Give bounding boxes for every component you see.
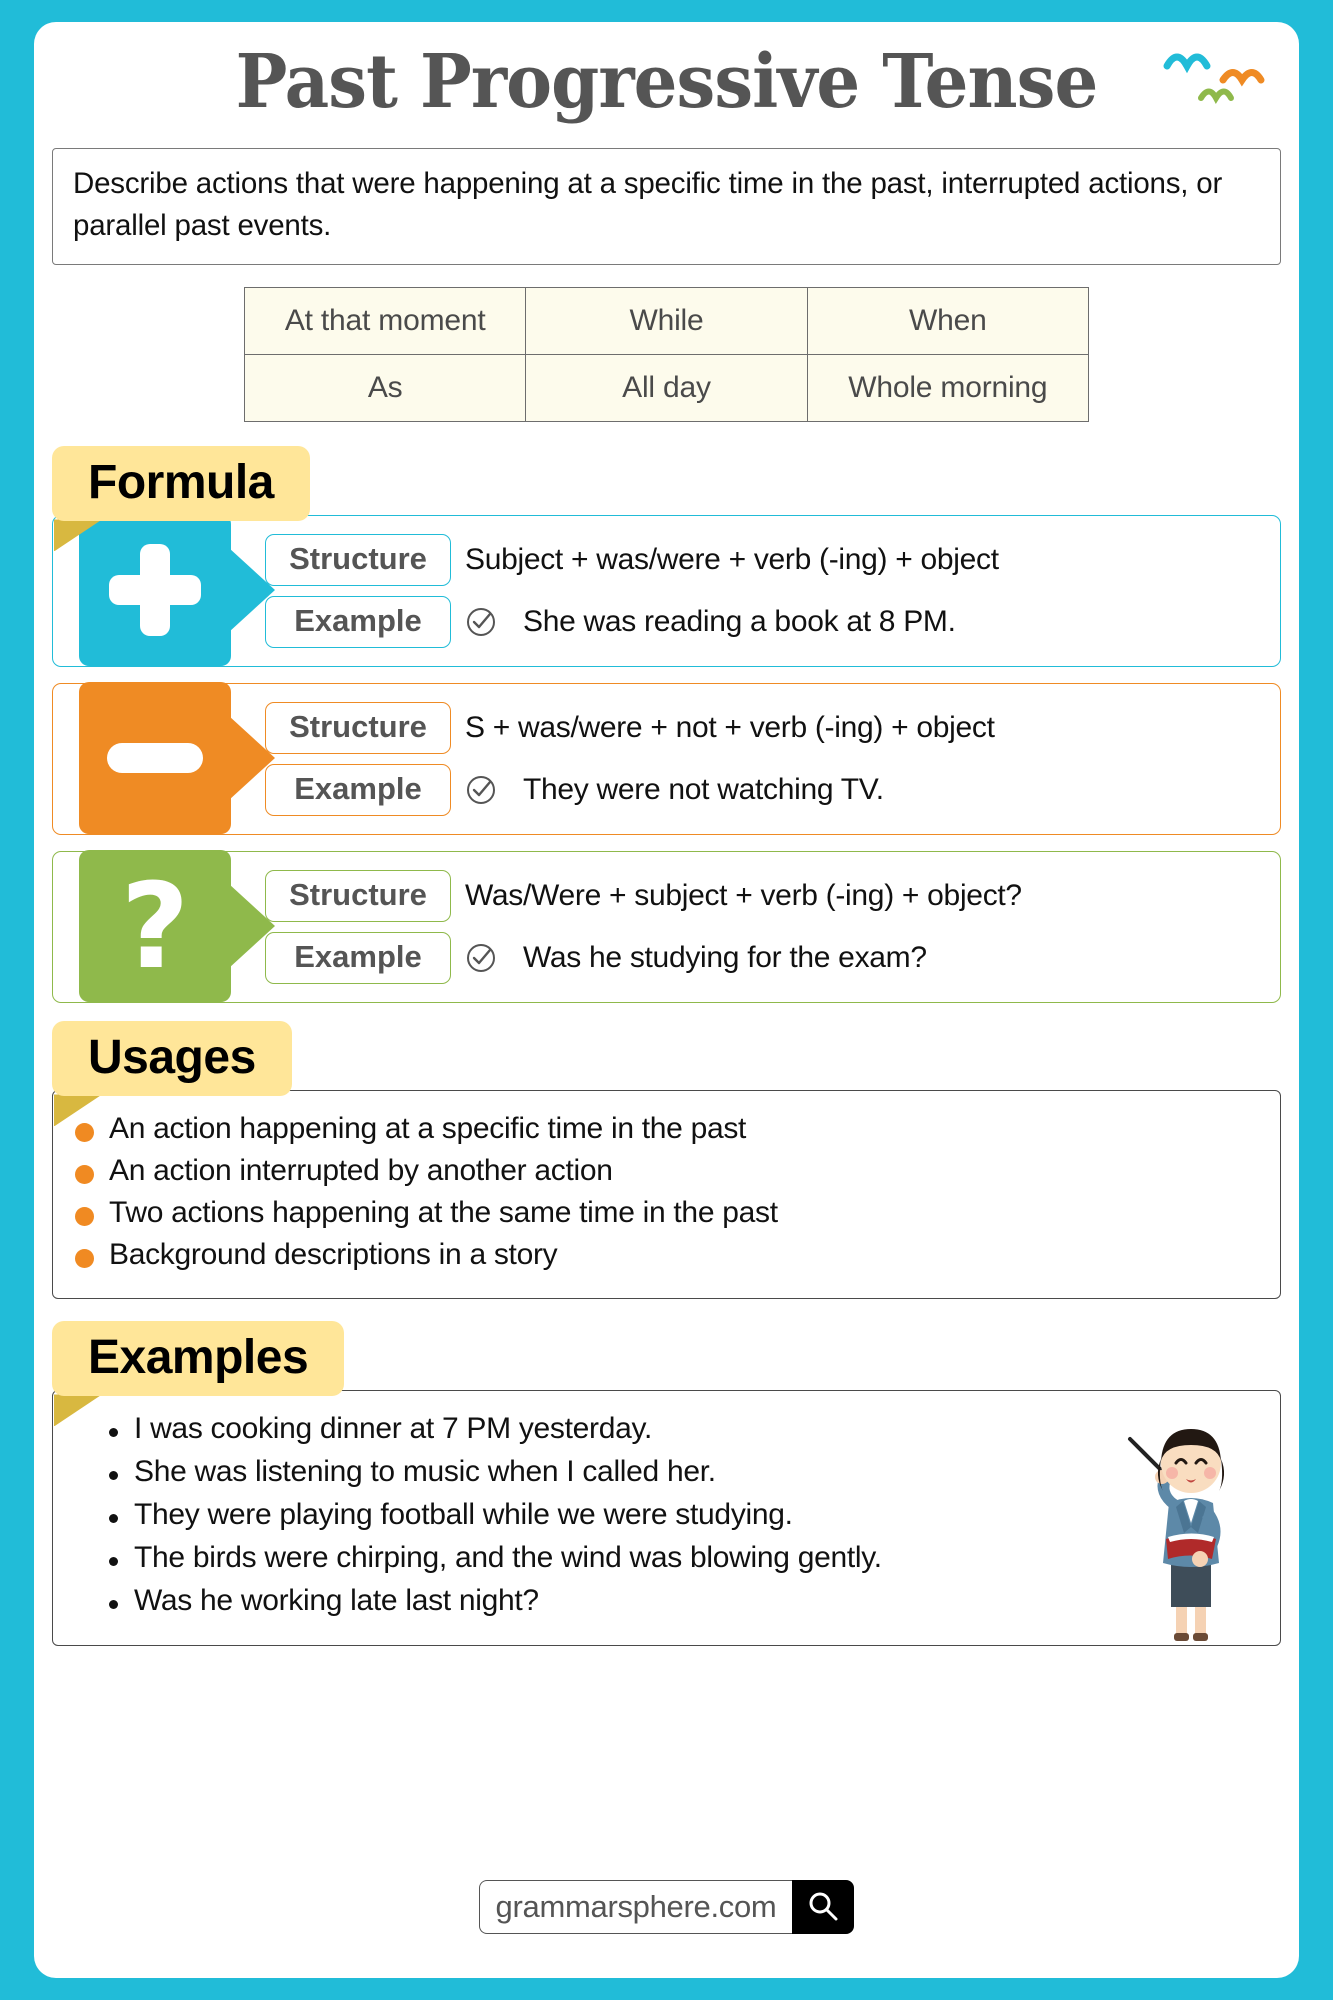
structure-text: S + was/were + not + verb (-ing) + objec… [465,711,995,745]
plus-sign-block [79,514,275,667]
formula-section-head: Formula [52,446,310,552]
signal-word-cell: At that moment [243,287,527,356]
minus-icon [107,743,203,774]
bullet-icon [109,1514,118,1524]
formula-row-negative: Structure S + was/were + not + verb (-in… [52,682,1281,836]
page-title: Past Progressive Tense [235,39,1099,125]
signal-word-cell: While [525,287,808,356]
example-sentence: The birds were chirping, and the wind wa… [134,1541,882,1575]
structure-label: Structure [265,534,451,587]
example-label: Example [265,764,451,817]
signal-word-cell: Whole morning [806,354,1090,423]
examples-box: I was cooking dinner at 7 PM yesterday. … [52,1390,1281,1647]
plus-icon [107,542,203,638]
example-text: She was reading a book at 8 PM. [523,605,956,639]
examples-heading: Examples [52,1321,345,1397]
list-item: Two actions happening at the same time i… [75,1196,1258,1230]
examples-section-head: Examples [52,1321,345,1427]
formula-row-question: ? Structure Was/Were + subject + verb (-… [52,850,1281,1004]
question-sign-block: ? [79,850,275,1003]
minus-sign-block [79,682,275,835]
example-text: Was he studying for the exam? [523,941,927,975]
usages-section-head: Usages [52,1021,292,1127]
bullet-dot-icon [75,1249,94,1269]
signal-word-cell: When [806,287,1090,356]
usages-heading: Usages [52,1021,292,1097]
list-item: I was cooking dinner at 7 PM yesterday. [109,1412,1258,1446]
structure-line: Structure Was/Were + subject + verb (-in… [265,870,1270,923]
list-item: They were playing football while we were… [109,1498,1258,1532]
usage-text: Background descriptions in a story [109,1238,558,1272]
bullet-dot-icon [75,1123,94,1143]
example-text: They were not watching TV. [523,773,884,807]
list-item: The birds were chirping, and the wind wa… [109,1541,1258,1575]
list-item: Background descriptions in a story [75,1238,1258,1272]
usage-text: Two actions happening at the same time i… [109,1196,778,1230]
description-box: Describe actions that were happening at … [52,147,1281,266]
usage-text: An action interrupted by another action [109,1154,613,1188]
formula-heading: Formula [52,446,310,522]
usage-text: An action happening at a specific time i… [109,1112,747,1146]
site-url: grammarsphere.com [478,1880,793,1934]
example-sentence: I was cooking dinner at 7 PM yesterday. [134,1412,653,1446]
table-row: At that moment While When [243,287,1090,356]
structure-text: Subject + was/were + verb (-ing) + objec… [465,543,999,577]
footer: grammarsphere.com [34,1880,1299,1934]
example-line: Example They were not watching TV. [265,764,1270,817]
list-item: Was he working late last night? [109,1584,1258,1618]
check-circle-icon [465,774,499,806]
question-icon: ? [120,857,190,996]
usages-box: An action happening at a specific time i… [52,1090,1281,1300]
example-sentence: Was he working late last night? [134,1584,539,1618]
poster: Past Progressive Tense Describe actions … [34,22,1299,1978]
example-label: Example [265,932,451,985]
bullet-dot-icon [75,1165,94,1185]
signal-word-cell: As [243,354,527,423]
check-circle-icon [465,942,499,974]
example-line: Example She was reading a book at 8 PM. [265,596,1270,649]
teacher-illustration [1128,1429,1225,1642]
example-sentence: She was listening to music when I called… [134,1455,716,1489]
list-item: An action interrupted by another action [75,1154,1258,1188]
check-circle-icon [465,606,499,638]
bullet-icon [109,1600,118,1610]
formula-row-positive: Structure Subject + was/were + verb (-in… [52,514,1281,668]
bullet-icon [109,1471,118,1481]
structure-line: Structure S + was/were + not + verb (-in… [265,702,1270,755]
example-line: Example Was he studying for the exam? [265,932,1270,985]
example-sentence: They were playing football while we were… [134,1498,793,1532]
site-search-bar[interactable]: grammarsphere.com [478,1880,855,1934]
table-row: As All day Whole morning [243,354,1090,423]
structure-label: Structure [265,870,451,923]
list-item: She was listening to music when I called… [109,1455,1258,1489]
bullet-icon [109,1428,118,1438]
example-label: Example [265,596,451,649]
structure-label: Structure [265,702,451,755]
formula-rows: Structure Subject + was/were + verb (-in… [52,514,1281,1004]
search-icon[interactable] [792,1880,855,1934]
signal-words-table: At that moment While When As All day Who… [243,287,1090,423]
list-item: An action happening at a specific time i… [75,1112,1258,1146]
bullet-icon [109,1557,118,1567]
bullet-dot-icon [75,1207,94,1227]
structure-text: Was/Were + subject + verb (-ing) + objec… [465,879,1022,913]
structure-line: Structure Subject + was/were + verb (-in… [265,534,1270,587]
signal-word-cell: All day [525,354,808,423]
